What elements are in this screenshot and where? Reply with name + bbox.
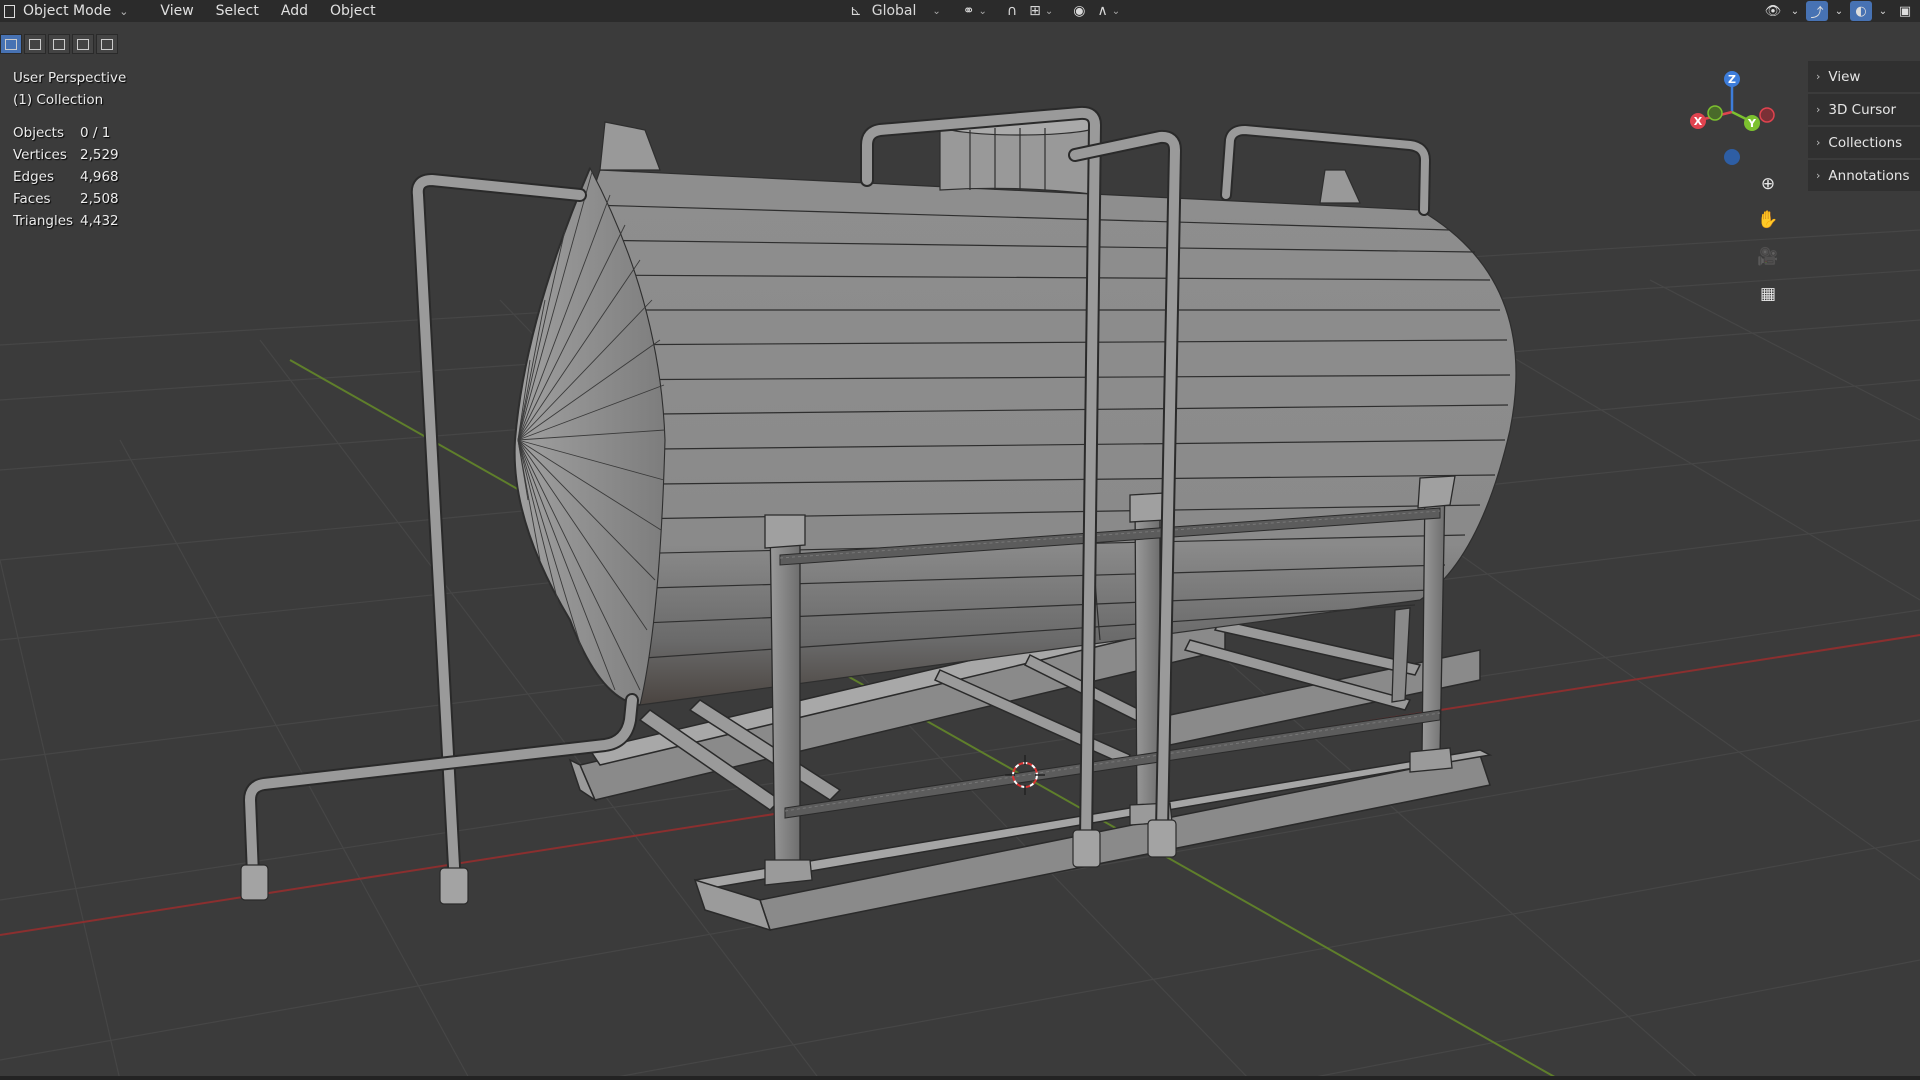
visibility-eye-icon[interactable]: 👁 (1762, 1, 1784, 21)
gizmo-x-label: X (1694, 115, 1703, 128)
menu-select[interactable]: Select (208, 0, 267, 22)
stat-label: Edges (13, 169, 55, 185)
sidebar-item-collections[interactable]: › Collections (1808, 127, 1920, 158)
sidebar-item-label: 3D Cursor (1828, 101, 1897, 118)
magnet-icon: ∩ (1006, 3, 1018, 19)
select-subtract-icon[interactable] (48, 34, 70, 54)
sidebar-item-label: Collections (1828, 134, 1903, 151)
gizmo-toggle-icon[interactable]: ⤴ (1806, 1, 1828, 21)
stat-value: 0 / 1 (80, 125, 111, 141)
orientation-label: Global (871, 3, 917, 19)
menu-view[interactable]: View (152, 0, 201, 22)
chevron-down-icon[interactable]: ⌄ (1834, 1, 1844, 21)
snap-target-dropdown[interactable]: ⊞ ⌄ (1025, 0, 1057, 22)
chevron-down-icon: ⌄ (1044, 5, 1054, 17)
chevron-down-icon[interactable]: ⌄ (1790, 1, 1800, 21)
mode-label: Object Mode (23, 3, 112, 19)
stat-value: 4,968 (80, 169, 119, 185)
viewport-3d[interactable]: Z X Y (0, 0, 1920, 1080)
gizmo-z-label: Z (1728, 73, 1736, 86)
gizmo-y-label: Y (1747, 117, 1757, 130)
header-center-tools: ⊾ Global ⌄ ⚭ ⌄ ∩ ⊞ ⌄ ◉ ∧ ⌄ (846, 0, 1124, 22)
header-right-tools: 👁 ⌄ ⤴ ⌄ ◐ ⌄ ▣ (1762, 0, 1920, 22)
perspective-grid-icon[interactable]: ▦ (1754, 280, 1782, 308)
sidebar-item-view[interactable]: › View (1808, 61, 1920, 92)
chevron-right-icon: › (1816, 169, 1821, 182)
snap-increment-icon: ⊞ (1029, 3, 1041, 19)
chevron-down-icon: ⌄ (119, 4, 129, 18)
chevron-right-icon: › (1816, 136, 1821, 149)
chevron-down-icon[interactable]: ⌄ (1878, 1, 1888, 21)
falloff-dropdown[interactable]: ∧ ⌄ (1094, 0, 1125, 22)
sidebar-item-annotations[interactable]: › Annotations (1808, 160, 1920, 191)
bottom-edge (0, 1076, 1920, 1080)
pivot-link-icon: ⚭ (962, 3, 975, 19)
sidebar-item-3d-cursor[interactable]: › 3D Cursor (1808, 94, 1920, 125)
chevron-down-icon: ⌄ (932, 5, 941, 17)
stat-value: 4,432 (80, 213, 119, 229)
chevron-down-icon: ⌄ (978, 5, 987, 17)
chevron-down-icon: ⌄ (1111, 5, 1121, 17)
chevron-right-icon: › (1816, 70, 1821, 83)
collection-name: (1) Collection (13, 92, 104, 108)
sidebar-item-label: Annotations (1828, 167, 1910, 184)
stat-row: Vertices 2,529 (13, 144, 119, 166)
select-extend-icon[interactable] (24, 34, 46, 54)
stat-label: Objects (13, 125, 65, 141)
transform-orientation-dropdown[interactable]: ⊾ Global ⌄ (846, 0, 945, 22)
scene-statistics: Objects 0 / 1 Vertices 2,529 Edges 4,968 Fa… (13, 122, 119, 232)
stat-row: Faces 2,508 (13, 188, 119, 210)
sidebar-item-label: View (1828, 68, 1861, 85)
stat-row: Edges 4,968 (13, 166, 119, 188)
orientation-axes-icon: ⊾ (850, 3, 862, 19)
pivot-point-dropdown[interactable]: ⚭ ⌄ (959, 0, 991, 22)
menu-add[interactable]: Add (273, 0, 316, 22)
pan-hand-icon[interactable]: ✋ (1754, 206, 1782, 234)
snap-toggle[interactable]: ∩ (1003, 0, 1021, 22)
viewport-header: Object Mode ⌄ View Select Add Object ⊾ G… (0, 0, 1920, 22)
stat-label: Triangles (13, 213, 74, 229)
proportional-edit-icon: ◉ (1073, 3, 1086, 19)
stat-row: Objects 0 / 1 (13, 122, 119, 144)
camera-icon[interactable]: 🎥 (1754, 243, 1782, 271)
zoom-icon[interactable]: ⊕ (1754, 170, 1782, 198)
menu-object[interactable]: Object (322, 0, 384, 22)
select-invert-icon[interactable] (72, 34, 94, 54)
view-name: User Perspective (13, 70, 127, 86)
stat-row: Triangles 4,432 (13, 210, 119, 232)
selection-mode-buttons (0, 34, 118, 54)
select-intersect-icon[interactable] (96, 34, 118, 54)
stat-value: 2,529 (80, 147, 119, 163)
stat-label: Faces (13, 191, 51, 207)
xray-toggle-icon[interactable]: ▣ (1894, 1, 1916, 21)
sidebar-n-panel: › View › 3D Cursor › Collections › Annotatio… (1808, 61, 1920, 193)
viewport-overlay-info: User Perspective (1) Collection (13, 67, 126, 111)
proportional-edit-toggle[interactable]: ◉ (1069, 0, 1089, 22)
falloff-curve-icon: ∧ (1097, 3, 1108, 19)
blender-window: Z X Y Object Mode ⌄ View Select Add Obje… (0, 0, 1920, 1080)
object-mode-icon (4, 4, 15, 18)
stat-label: Vertices (13, 147, 67, 163)
mode-selector[interactable]: Object Mode ⌄ (0, 0, 136, 22)
overlays-toggle-icon[interactable]: ◐ (1850, 1, 1872, 21)
select-new-icon[interactable] (0, 34, 22, 54)
chevron-right-icon: › (1816, 103, 1821, 116)
stat-value: 2,508 (80, 191, 119, 207)
